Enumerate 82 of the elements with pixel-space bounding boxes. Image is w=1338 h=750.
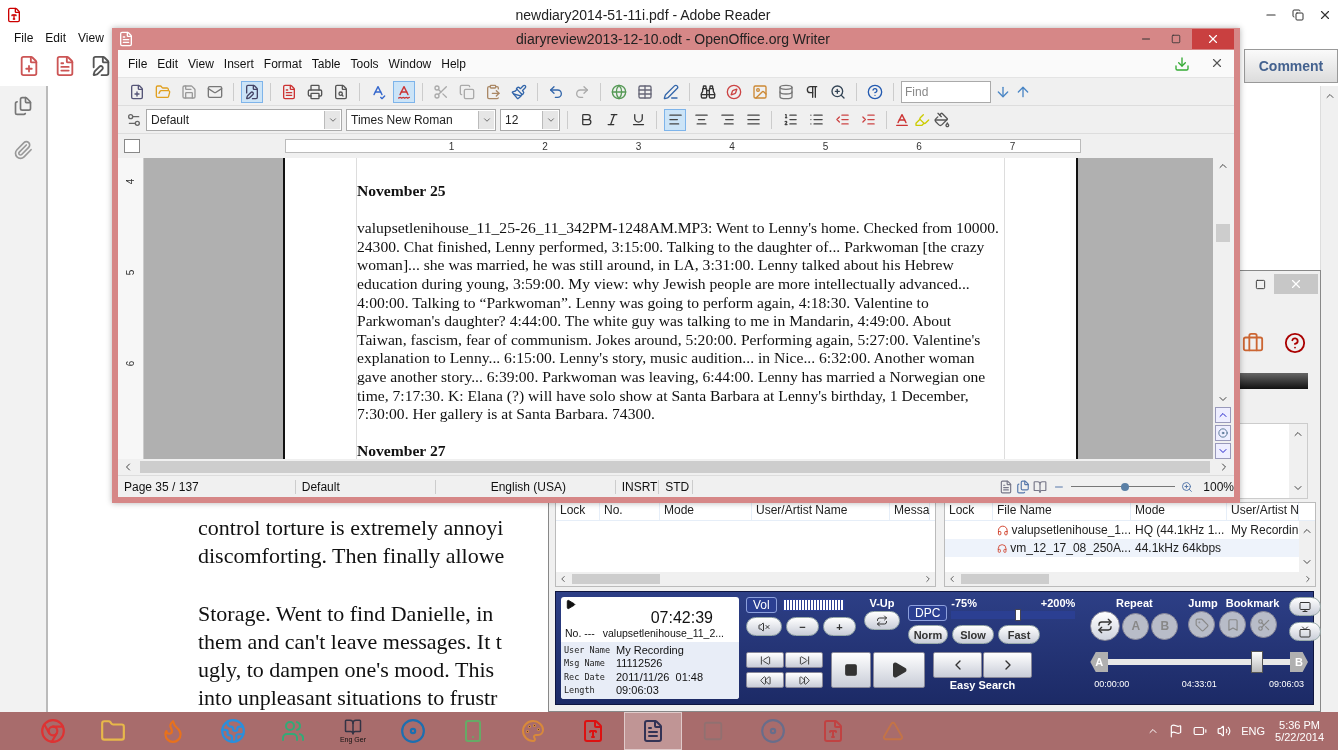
bookmark-label: Bookmark xyxy=(1225,597,1280,609)
speed-min-label: -75% xyxy=(951,597,978,609)
menu-item[interactable]: Help xyxy=(441,56,466,71)
info-label: Rec Date xyxy=(564,670,606,684)
clock[interactable]: 5:36 PM 5/22/2014 xyxy=(1275,719,1324,743)
slow-button[interactable]: Slow xyxy=(952,625,994,644)
window-title: newdiary2014-51-11i.pdf - Adobe Reader xyxy=(514,7,772,23)
time-label: 04:33:01 xyxy=(1181,679,1217,689)
info-label: User Name xyxy=(564,644,612,657)
fast-button[interactable]: Fast xyxy=(998,625,1040,644)
language-indicator[interactable]: ENG xyxy=(1241,725,1266,737)
time-display: 07:42:39 xyxy=(649,609,714,627)
file-name: valupsetlenihouse_1... xyxy=(1011,523,1131,537)
ruler-number: 1 xyxy=(447,140,456,152)
language-status: English (USA) xyxy=(435,479,616,494)
find-field[interactable]: Find xyxy=(901,80,991,103)
style-dropdown[interactable]: Default xyxy=(146,108,342,131)
number-text: No. --- xyxy=(565,627,595,639)
page-text-line: discomforting. Then finally allowe xyxy=(198,542,505,570)
page-text-line: Storage. Went to find Danielle, in xyxy=(198,600,494,628)
time-label: 09:06:03 xyxy=(1268,679,1304,689)
zoom-level: 100% xyxy=(1202,479,1234,494)
easy-search-label: Easy Search xyxy=(949,679,1016,691)
info-value: 09:06:03 xyxy=(616,683,660,697)
menu-item[interactable]: Tools xyxy=(350,56,379,71)
ruler-number: 4 xyxy=(125,178,136,185)
window-title: diaryreview2013-12-10.odt - OpenOffice.org Writer xyxy=(515,31,831,47)
menu-item[interactable]: File xyxy=(14,31,34,45)
menu-item[interactable]: View xyxy=(78,31,104,45)
user-text: My Recordin xyxy=(1231,523,1299,537)
menu-item[interactable]: Edit xyxy=(45,31,67,45)
info-value: 2011/11/26 01:48 xyxy=(616,670,705,684)
info-value: My Recording xyxy=(616,644,685,658)
menu-item[interactable]: Edit xyxy=(157,56,179,71)
comment-button[interactable]: Comment xyxy=(1244,49,1338,83)
file-name: valupsetlenihouse_11_2... xyxy=(602,627,724,639)
insert-mode: INSRT xyxy=(615,479,660,494)
mode-text: HQ (44.1kHz 1... xyxy=(1135,523,1225,537)
plus-button[interactable]: + xyxy=(823,617,856,636)
info-label: Length xyxy=(564,683,596,697)
info-label: Msg Name xyxy=(564,657,606,671)
v-up-label: V-Up xyxy=(869,597,895,609)
ruler-number: 4 xyxy=(728,140,736,152)
info-value: 11112526 xyxy=(616,657,664,671)
page-count: Page 35 / 137 xyxy=(118,479,296,494)
page-text-line: into unpleasant situations to frustr xyxy=(198,684,498,712)
ruler-number: 6 xyxy=(125,360,136,367)
page-text-line: ugly, to dampen one's mood. This xyxy=(198,656,495,684)
ruler-number: 6 xyxy=(915,140,923,152)
dpc-label: DPC xyxy=(908,605,948,621)
ruler-number: 2 xyxy=(541,140,549,152)
page-text-line: control torture is extremely annoyi xyxy=(198,514,504,542)
repeat-label: Repeat xyxy=(1116,597,1153,609)
menu-item[interactable]: Window xyxy=(388,56,432,71)
jump-label: Jump xyxy=(1188,597,1218,609)
volume-label: Vol xyxy=(746,597,777,613)
file-name: vm_12_17_08_250A... xyxy=(1010,541,1131,555)
end-marker: B xyxy=(1290,652,1308,672)
page-style: Default xyxy=(295,479,436,494)
time-label: 00:00:00 xyxy=(1094,679,1130,689)
norm-button[interactable]: Norm xyxy=(908,625,948,644)
menu-item[interactable]: Insert xyxy=(223,56,254,71)
speed-max-label: +200% xyxy=(1040,597,1076,609)
ruler-number: 7 xyxy=(1008,140,1017,152)
font-dropdown[interactable]: Times New Roman xyxy=(346,108,496,131)
menu-item[interactable]: View xyxy=(188,56,214,71)
menu-item[interactable]: File xyxy=(128,56,148,71)
date-heading: November 27 xyxy=(357,442,447,459)
date-heading: November 25 xyxy=(357,182,447,201)
document-paragraph: valupsetlenihouse_11_25-26_11_342PM-1248AM.MP3: Went to Lenny's home. Checked from 10000. 24300. Chat finished, Lenny performed, 3:15:00. Talking to the daughter of... Parkwoman [the crazy woman]... she was married, he was still around, in LA, 3:31:00. Lenny talked about his Hebrew education during young, 3:59:00. My view: why Jewish people are more intellectually advanced... 4:00:00. Talking to “Parkwoman”. Lenny was going to perform again, 4:18:30. Valentine to Parkwoman's daughter? 4:44:00. The white guy was talking to me in Mandarin, 4:49:00. About Taiwan, fascism, fear of communism. Jokes around, 5:20:00. Performing again, 5:27:00. Valentine's explanation to Lenny... 6:15:00. Lenny's story, music audition... in Nice... 6:32:00. Another woman gave another story... 6:39:00. Parkwoman was leaving, 6:44:00. Lenny has married a Norwegian one time, 7:17:30. K: Elana (?) will have solo show at Santa Barbara at Lenny's birthday, 1 December, 7:30:00. Her gallery is at Santa Barbara. 74300. xyxy=(357,219,1000,424)
file-row[interactable]: vm_12_17_08_250A... 44.1kHz 64kbps xyxy=(945,539,1299,557)
menu-item[interactable]: Format xyxy=(263,56,302,71)
ruler-number: 5 xyxy=(125,269,136,276)
size-dropdown[interactable]: 12 xyxy=(500,108,560,131)
selection-mode: STD xyxy=(659,479,693,494)
page-text-line: them and can't leave messages. It t xyxy=(198,628,502,656)
mode-text: 44.1kHz 64kbps xyxy=(1135,541,1222,555)
menu-item[interactable]: Table xyxy=(311,56,341,71)
start-marker: A xyxy=(1090,652,1109,672)
minus-button[interactable]: − xyxy=(786,617,819,636)
ruler-number: 3 xyxy=(634,140,643,152)
ruler-number: 5 xyxy=(821,140,830,152)
